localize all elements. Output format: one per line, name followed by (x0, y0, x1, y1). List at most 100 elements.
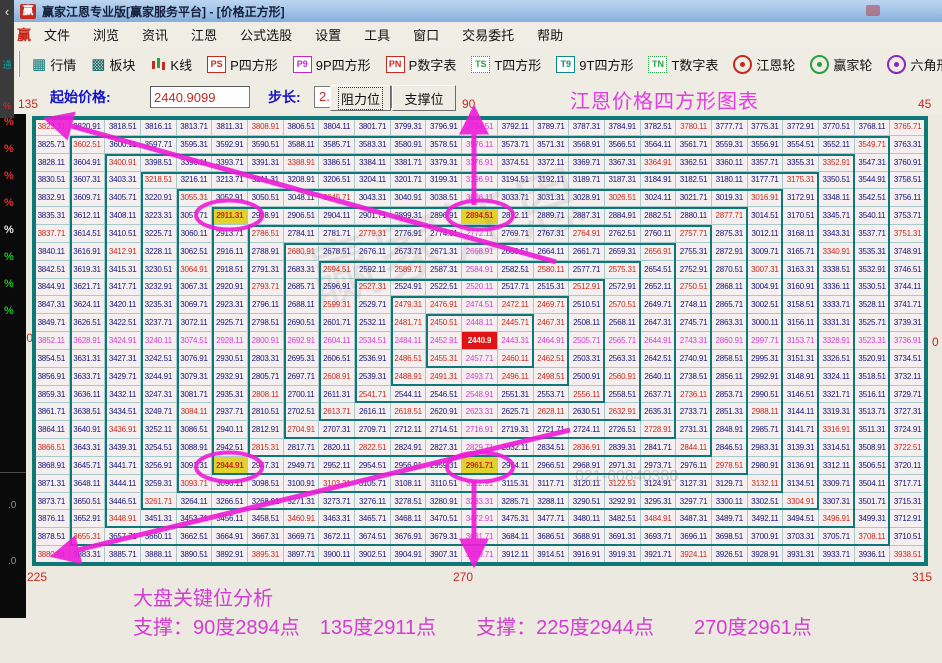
grid-cell[interactable]: 3144.11 (783, 403, 819, 421)
grid-cell[interactable]: 3823.31 (34, 118, 70, 136)
grid-cell[interactable]: 3206.51 (319, 172, 355, 190)
grid-cell[interactable]: 3156.11 (783, 314, 819, 332)
grid-cell[interactable]: 3792.11 (498, 118, 534, 136)
grid-cell[interactable]: 3732.11 (890, 368, 926, 386)
grid-cell[interactable]: 3441.71 (105, 457, 141, 475)
grid-cell[interactable]: 3880.91 (34, 546, 70, 564)
grid-cell[interactable]: 3220.91 (141, 189, 177, 207)
grid-cell[interactable]: 2870.51 (712, 261, 748, 279)
toolbar-button-p-number-table[interactable]: PNP数字表 (383, 53, 460, 76)
grid-cell[interactable]: 3698.51 (712, 528, 748, 546)
grid-cell[interactable]: 2918.51 (212, 261, 248, 279)
grid-cell[interactable]: 3628.91 (70, 332, 106, 350)
grid-cell[interactable]: 2767.31 (534, 225, 570, 243)
grid-cell[interactable]: 3084.11 (177, 403, 213, 421)
grid-cell[interactable]: 3650.51 (70, 493, 106, 511)
grid-center-cell[interactable]: 2440.9 (462, 332, 498, 350)
grid-cell[interactable]: 2990.51 (748, 386, 784, 404)
grid-cell[interactable]: 3818.51 (105, 118, 141, 136)
menu-item-设置[interactable]: 设置 (305, 26, 351, 45)
grid-cell[interactable]: 2541.71 (355, 386, 391, 404)
grid-cell[interactable]: 2445.71 (498, 314, 534, 332)
grid-cell[interactable]: 2476.91 (426, 296, 462, 314)
grid-cell[interactable]: 3712.91 (890, 510, 926, 528)
grid-cell[interactable]: 3580.91 (391, 136, 427, 154)
grid-cell[interactable]: 3804.11 (319, 118, 355, 136)
grid-cell[interactable]: 2695.31 (284, 350, 320, 368)
grid-cell[interactable]: 3616.91 (70, 243, 106, 261)
grid-cell[interactable]: 2736.11 (676, 386, 712, 404)
grid-cell[interactable]: 2968.91 (569, 457, 605, 475)
grid-cell[interactable]: 3249.71 (141, 403, 177, 421)
grid-cell[interactable]: 3290.51 (569, 493, 605, 511)
grid-cell[interactable]: 2565.71 (605, 332, 641, 350)
grid-cell[interactable]: 2844.11 (676, 439, 712, 457)
grid-cell[interactable]: 3254.51 (141, 439, 177, 457)
grid-cell[interactable]: 3936.11 (855, 546, 891, 564)
grid-cell[interactable]: 2481.71 (391, 314, 427, 332)
grid-cell[interactable]: 3136.91 (783, 457, 819, 475)
grid-cell[interactable]: 3338.51 (819, 261, 855, 279)
grid-cell[interactable]: 3086.51 (177, 421, 213, 439)
grid-cell[interactable]: 3364.91 (641, 154, 677, 172)
grid-cell[interactable]: 3734.51 (890, 350, 926, 368)
resistance-button[interactable]: 阻力位 (330, 85, 391, 111)
grid-cell[interactable]: 2817.71 (284, 439, 320, 457)
grid-cell[interactable]: 2448.11 (462, 314, 498, 332)
grid-cell[interactable]: 3780.11 (676, 118, 712, 136)
grid-cell[interactable]: 3825.71 (34, 136, 70, 154)
grid-cell[interactable]: 3710.51 (890, 528, 926, 546)
grid-cell[interactable]: 2803.31 (248, 350, 284, 368)
toolbar-button-p-square[interactable]: PSP四方形 (204, 53, 281, 76)
grid-cell[interactable]: 2779.31 (355, 225, 391, 243)
grid-cell[interactable]: 2520.11 (462, 279, 498, 297)
grid-cell[interactable]: 2450.51 (426, 314, 462, 332)
grid-cell[interactable]: 3662.51 (177, 528, 213, 546)
grid-cell[interactable]: 3384.11 (355, 154, 391, 172)
grid-cell[interactable]: 3516.11 (855, 386, 891, 404)
grid-cell[interactable]: 2752.91 (676, 261, 712, 279)
grid-cell[interactable]: 3278.51 (391, 493, 427, 511)
grid-cell[interactable]: 3487.31 (676, 510, 712, 528)
grid-cell[interactable]: 3028.91 (569, 189, 605, 207)
grid-cell[interactable]: 2889.71 (534, 207, 570, 225)
grid-cell[interactable]: 2592.11 (355, 261, 391, 279)
grid-cell[interactable]: 2647.31 (641, 314, 677, 332)
grid-cell[interactable]: 3482.51 (605, 510, 641, 528)
grid-cell[interactable]: 3424.91 (105, 332, 141, 350)
grid-cell[interactable]: 2668.91 (462, 243, 498, 261)
grid-cell[interactable]: 3326.51 (819, 350, 855, 368)
grid-cell[interactable]: 2556.11 (569, 386, 605, 404)
grid-cell[interactable]: 3429.71 (105, 368, 141, 386)
grid-cell[interactable]: 3619.31 (70, 261, 106, 279)
grid-cell[interactable]: 3235.31 (141, 296, 177, 314)
grid-cell[interactable]: 3820.91 (70, 118, 106, 136)
grid-cell[interactable]: 3763.31 (890, 136, 926, 154)
grid-cell[interactable]: 3232.91 (141, 279, 177, 297)
grid-cell[interactable]: 3012.11 (748, 225, 784, 243)
grid-cell[interactable]: 2692.91 (284, 332, 320, 350)
grid-cell[interactable]: 3307.31 (819, 493, 855, 511)
grid-cell[interactable]: 3892.91 (212, 546, 248, 564)
grid-cell[interactable]: 2457.71 (462, 350, 498, 368)
grid-cell[interactable]: 3852.11 (34, 332, 70, 350)
grid-cell[interactable]: 3288.11 (534, 493, 570, 511)
grid-cell[interactable]: 3230.51 (141, 261, 177, 279)
grid-cell[interactable]: 3760.91 (890, 154, 926, 172)
grid-cell[interactable]: 2942.51 (212, 439, 248, 457)
grid-cell[interactable]: 2515.31 (534, 279, 570, 297)
grid-cell[interactable]: 3564.11 (641, 136, 677, 154)
grid-cell[interactable]: 3789.71 (534, 118, 570, 136)
grid-cell[interactable]: 2973.71 (641, 457, 677, 475)
grid-cell[interactable]: 2491.31 (426, 368, 462, 386)
grid-cell[interactable]: 3554.51 (783, 136, 819, 154)
grid-cell[interactable]: 3348.11 (819, 189, 855, 207)
grid-cell[interactable]: 3739.31 (890, 314, 926, 332)
grid-cell[interactable]: 3434.51 (105, 403, 141, 421)
menu-item-文件[interactable]: 文件 (34, 26, 80, 45)
grid-cell[interactable]: 3412.91 (105, 243, 141, 261)
grid-cell[interactable]: 2460.11 (498, 350, 534, 368)
grid-cell[interactable]: 3271.31 (284, 493, 320, 511)
grid-cell[interactable]: 2726.51 (605, 421, 641, 439)
grid-cell[interactable]: 2472.11 (498, 296, 534, 314)
